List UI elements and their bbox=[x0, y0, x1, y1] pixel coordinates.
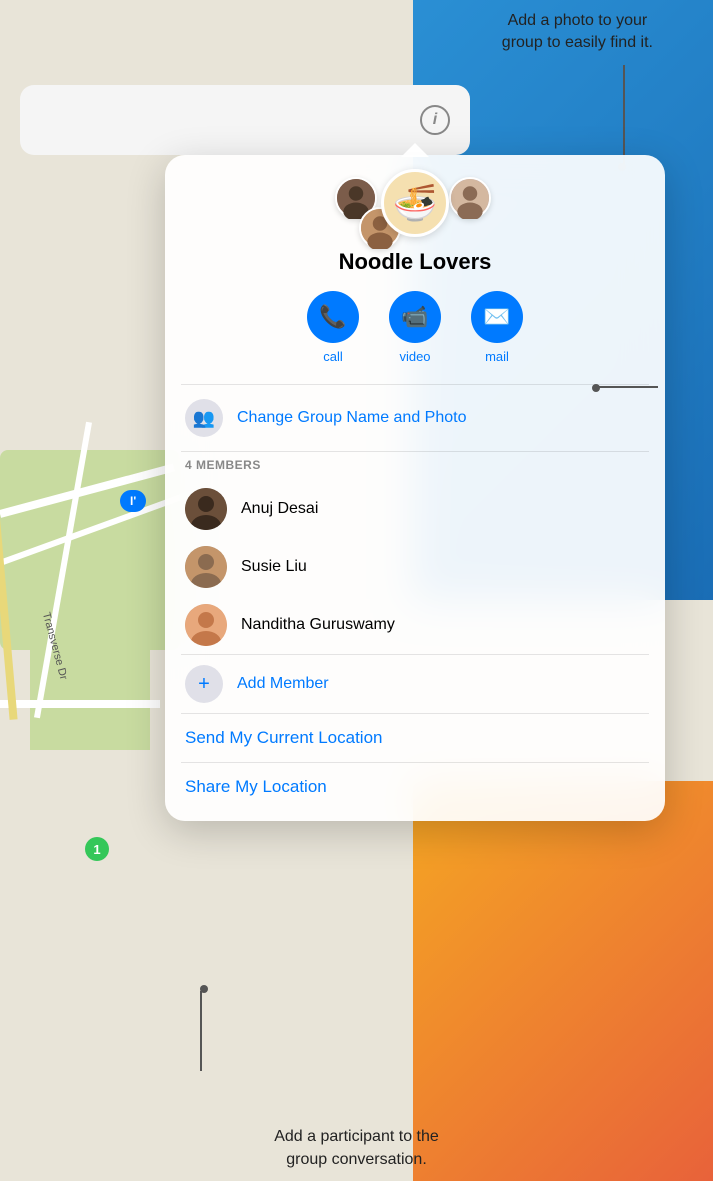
call-button[interactable]: 📞 call bbox=[307, 291, 359, 364]
group-avatars: 🍜 bbox=[165, 155, 665, 245]
group-avatar-main: 🍜 bbox=[381, 169, 449, 237]
add-member-icon: + bbox=[185, 665, 223, 703]
info-icon[interactable]: i bbox=[420, 105, 450, 135]
orange-background bbox=[413, 781, 713, 1181]
member-name-susie: Susie Liu bbox=[241, 558, 307, 576]
action-buttons-row: 📞 call 📹 video ✉️ mail bbox=[165, 291, 665, 384]
tooltip-group-photo: Add a photo to your group to easily find… bbox=[502, 10, 653, 55]
member-name-nanditha: Nanditha Guruswamy bbox=[241, 616, 395, 634]
member-row: Susie Liu bbox=[165, 538, 665, 596]
add-member-text: Add Member bbox=[237, 675, 329, 693]
send-current-location-text: Send My Current Location bbox=[185, 728, 383, 747]
video-button-circle: 📹 bbox=[389, 291, 441, 343]
arrow-line-change-group bbox=[598, 386, 658, 388]
green-location-marker: 1 bbox=[85, 837, 109, 861]
video-button-label: video bbox=[399, 349, 430, 364]
member-avatar-anuj bbox=[185, 488, 227, 530]
video-button[interactable]: 📹 video bbox=[389, 291, 441, 364]
change-group-button[interactable]: 👥 Change Group Name and Photo bbox=[165, 385, 665, 451]
arrow-tip-bottom bbox=[200, 985, 208, 993]
member-avatar-nanditha bbox=[185, 604, 227, 646]
member-row: Anuj Desai bbox=[165, 480, 665, 538]
change-group-text: Change Group Name and Photo bbox=[237, 409, 466, 427]
call-button-circle: 📞 bbox=[307, 291, 359, 343]
arrow-tip-change-group bbox=[592, 384, 600, 392]
member-avatar-small-2 bbox=[449, 177, 491, 219]
add-member-button[interactable]: + Add Member bbox=[165, 655, 665, 713]
member-name-anuj: Anuj Desai bbox=[241, 500, 318, 518]
call-button-label: call bbox=[323, 349, 343, 364]
group-name: Noodle Lovers bbox=[165, 245, 665, 291]
change-group-icon: 👥 bbox=[185, 399, 223, 437]
arrow-line-bottom bbox=[200, 991, 202, 1071]
group-detail-panel: 🍜 Noodle Lovers 📞 call 📹 bbox=[165, 155, 665, 821]
share-my-location-text: Share My Location bbox=[185, 777, 327, 796]
mail-button-label: mail bbox=[485, 349, 509, 364]
tooltip-add-participant: Add a participant to the group conversat… bbox=[227, 1126, 487, 1171]
share-my-location-button[interactable]: Share My Location bbox=[165, 763, 665, 811]
arrow-line-top bbox=[623, 65, 625, 165]
user-location-badge: I' bbox=[120, 490, 146, 512]
send-current-location-button[interactable]: Send My Current Location bbox=[165, 714, 665, 762]
members-header: 4 MEMBERS bbox=[165, 452, 665, 480]
member-row: Nanditha Guruswamy bbox=[165, 596, 665, 654]
member-avatar-susie bbox=[185, 546, 227, 588]
mail-button-circle: ✉️ bbox=[471, 291, 523, 343]
mail-button[interactable]: ✉️ mail bbox=[471, 291, 523, 364]
